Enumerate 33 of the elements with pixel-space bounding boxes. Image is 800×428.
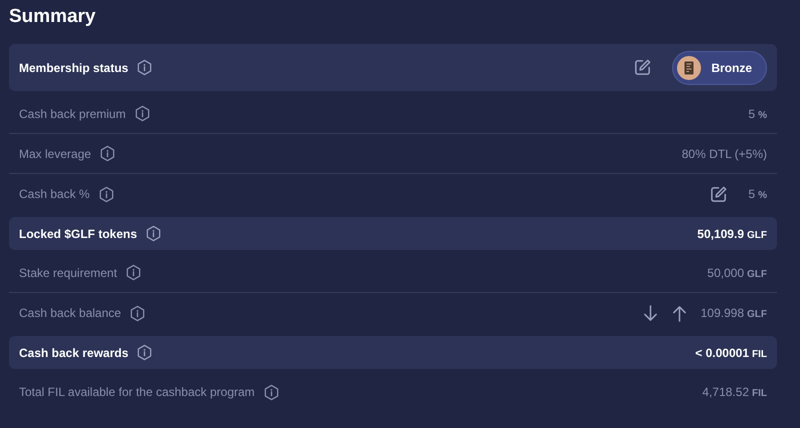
row-value: 4,718.52 FIL (702, 385, 767, 399)
row-value: 80% DTL (+5%) (682, 146, 767, 160)
row-label: Cash back premium (19, 106, 126, 120)
info-icon[interactable] (134, 105, 151, 122)
row-value: 109.998 GLF (700, 306, 767, 320)
info-icon[interactable] (262, 384, 280, 400)
row-label: Membership status (19, 60, 128, 74)
edit-icon[interactable] (709, 184, 728, 204)
row-value: 5 % (748, 106, 767, 120)
medal-icon (677, 56, 702, 80)
info-icon[interactable] (136, 344, 154, 361)
membership-badge[interactable]: Bronze (672, 50, 767, 84)
page-title: Summary (8, 5, 97, 29)
row-label: Cash back rewards (19, 346, 128, 360)
info-icon[interactable] (98, 186, 115, 202)
row-value: < 0.00001 FIL (695, 346, 767, 360)
row-label: Max leverage (19, 146, 92, 160)
info-icon[interactable] (136, 59, 154, 76)
row-value: 50,000 GLF (707, 266, 767, 280)
info-icon[interactable] (99, 145, 116, 162)
row-label: Total FIL available for the cashback program (19, 385, 255, 399)
info-icon[interactable] (125, 264, 142, 281)
up-arrow-icon[interactable] (672, 304, 687, 322)
edit-icon[interactable] (633, 58, 652, 77)
row-label: Cash back balance (19, 306, 122, 320)
row-label: Stake requirement (19, 266, 118, 280)
down-arrow-icon[interactable] (642, 304, 658, 322)
info-icon[interactable] (129, 304, 146, 322)
row-label: Locked $GLF tokens (19, 226, 138, 240)
row-value: 5 % (748, 187, 767, 201)
info-icon[interactable] (145, 225, 162, 242)
row-label: Cash back % (19, 187, 90, 201)
row-value: 50,109.9 GLF (697, 226, 767, 240)
